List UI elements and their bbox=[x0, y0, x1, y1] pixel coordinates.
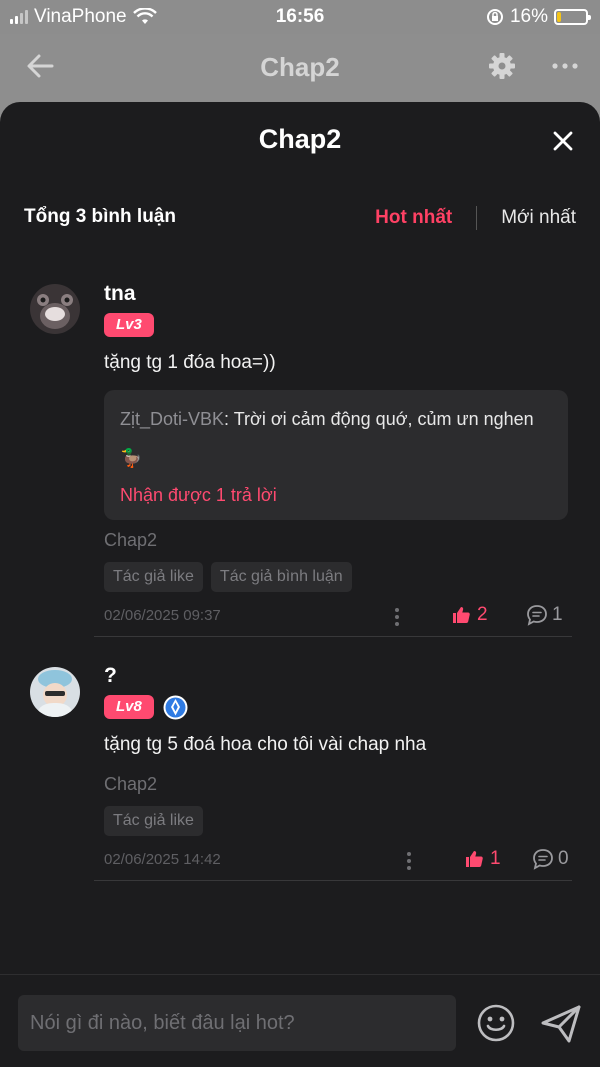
comment-divider bbox=[94, 636, 572, 637]
reply-count: 1 bbox=[552, 604, 563, 625]
sort-newest-tab[interactable]: Mới nhất bbox=[501, 207, 576, 229]
comment-body: tna Lv3 tặng tg 1 đóa hoa=)) Zịt_Doti-VB… bbox=[104, 282, 570, 630]
back-arrow-icon[interactable] bbox=[24, 50, 56, 82]
avatar-image bbox=[30, 284, 80, 334]
author-like-tag: Tác giả like bbox=[104, 562, 203, 592]
comment-body: ? Lv8 tặng tg 5 đoá hoa cho tôi vài chap… bbox=[104, 664, 570, 874]
reply-username[interactable]: Zịt_Doti-VBK bbox=[120, 409, 224, 429]
gear-icon[interactable] bbox=[488, 52, 516, 80]
thumbs-up-icon bbox=[453, 607, 470, 623]
avatar[interactable] bbox=[30, 667, 80, 717]
comments-header: Tổng 3 bình luận Hot nhất Mới nhất bbox=[24, 206, 576, 232]
wifi-icon bbox=[132, 8, 157, 24]
username[interactable]: ? bbox=[104, 664, 570, 692]
battery-fill bbox=[557, 12, 561, 22]
like-button[interactable]: 1 bbox=[464, 848, 501, 870]
diamond-badge-icon bbox=[163, 695, 188, 719]
like-button[interactable]: 2 bbox=[451, 604, 488, 626]
like-count: 2 bbox=[477, 604, 488, 625]
status-left: VinaPhone bbox=[10, 6, 157, 28]
comment-menu-icon[interactable] bbox=[404, 850, 414, 872]
comment-meta: 02/06/2025 09:37 2 1 bbox=[104, 604, 570, 630]
send-icon[interactable] bbox=[540, 1003, 582, 1045]
tag-list: Tác giả like Tác giả bình luận bbox=[104, 562, 570, 592]
comments-sheet: Chap2 Tổng 3 bình luận Hot nhất Mới nhất bbox=[0, 102, 600, 1067]
reply-button[interactable]: 1 bbox=[526, 604, 563, 626]
sort-hot-tab[interactable]: Hot nhất bbox=[375, 207, 452, 229]
sheet-title: Chap2 bbox=[258, 124, 342, 154]
more-options-icon[interactable] bbox=[550, 52, 580, 80]
author-comment-tag: Tác giả bình luận bbox=[210, 562, 352, 592]
emoji-icon[interactable] bbox=[476, 1003, 516, 1043]
comment-bubble-icon bbox=[533, 849, 553, 870]
like-count: 1 bbox=[490, 848, 501, 869]
reply-content: Zịt_Doti-VBK: Trời ơi cảm động quớ, củm … bbox=[120, 400, 552, 478]
level-badge: Lv3 bbox=[104, 313, 154, 337]
comment-divider bbox=[94, 880, 572, 881]
carrier-label: VinaPhone bbox=[34, 6, 127, 27]
comment-input[interactable] bbox=[18, 995, 456, 1051]
reply-button[interactable]: 0 bbox=[532, 848, 569, 870]
author-like-tag: Tác giả like bbox=[104, 806, 203, 836]
comment-menu-icon[interactable] bbox=[392, 606, 402, 628]
sort-options: Hot nhất Mới nhất bbox=[375, 206, 576, 230]
app-screen: VinaPhone 16:56 16% Chap2 Chap2 Tổng 3 b… bbox=[0, 0, 600, 1067]
reader-nav-bar: Chap2 bbox=[0, 34, 600, 102]
level-badge: Lv8 bbox=[104, 695, 154, 719]
thumbs-up-icon bbox=[466, 851, 483, 867]
user-badges: Lv8 bbox=[104, 694, 570, 720]
chapter-label: Chap2 bbox=[104, 530, 158, 550]
username[interactable]: tna bbox=[104, 282, 570, 310]
comment-date: 02/06/2025 14:42 bbox=[104, 851, 221, 868]
close-icon[interactable] bbox=[552, 130, 574, 152]
chapter-label: Chap2 bbox=[104, 774, 158, 794]
user-badges: Lv3 bbox=[104, 312, 570, 338]
reply-preview[interactable]: Zịt_Doti-VBK: Trời ơi cảm động quớ, củm … bbox=[104, 390, 568, 520]
status-bar: VinaPhone 16:56 16% bbox=[0, 0, 600, 34]
battery-icon bbox=[554, 9, 591, 25]
sort-divider bbox=[476, 206, 478, 230]
battery-percent: 16% bbox=[509, 6, 548, 27]
comment-bubble-icon bbox=[527, 605, 547, 626]
tag-list: Tác giả like bbox=[104, 806, 570, 836]
avatar-image bbox=[30, 667, 80, 717]
signal-icon bbox=[10, 10, 28, 24]
status-right: 16% bbox=[486, 6, 591, 28]
comment-input-bar bbox=[0, 974, 600, 1067]
reply-count: 0 bbox=[558, 848, 569, 869]
comment-meta: 02/06/2025 14:42 1 0 bbox=[104, 848, 570, 874]
orientation-lock-icon bbox=[486, 9, 503, 25]
comment-text: tặng tg 5 đoá hoa cho tôi vài chap nha bbox=[104, 734, 427, 755]
view-replies-link[interactable]: Nhận được 1 trả lời bbox=[120, 482, 552, 508]
comment-count: Tổng 3 bình luận bbox=[24, 206, 176, 227]
comment-date: 02/06/2025 09:37 bbox=[104, 607, 221, 624]
comment-text: tặng tg 1 đóa hoa=)) bbox=[104, 352, 276, 373]
avatar[interactable] bbox=[30, 284, 80, 334]
